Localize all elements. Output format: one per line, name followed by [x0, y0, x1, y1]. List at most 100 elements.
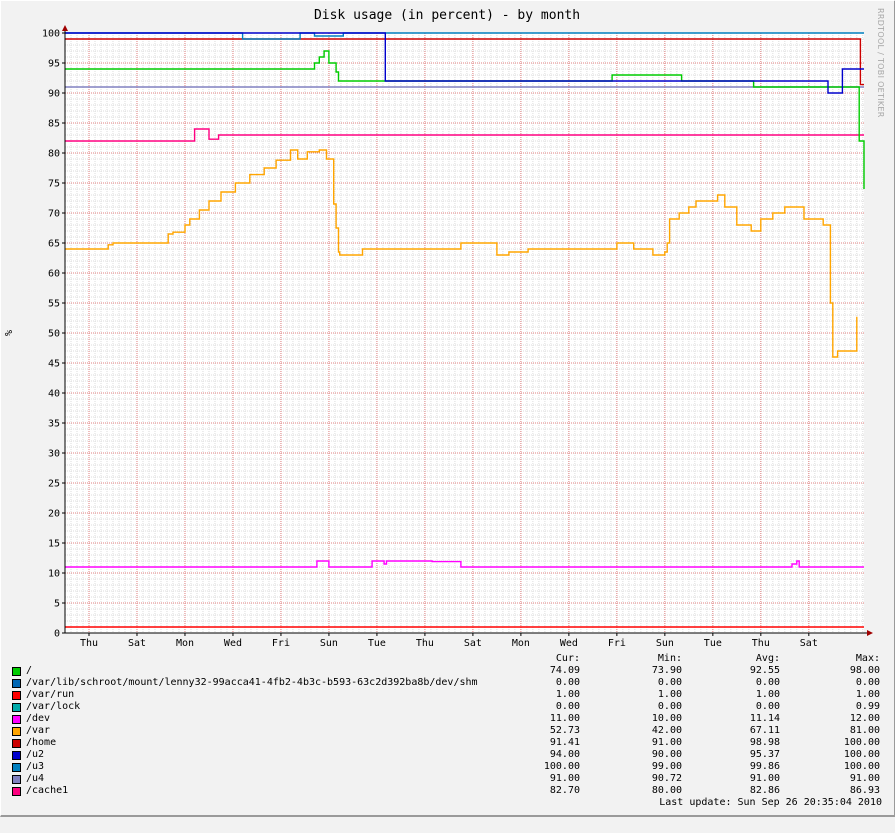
y-tick-label: 75	[48, 179, 60, 190]
legend-avg-value: 98.98	[749, 737, 780, 748]
y-tick-label: 40	[48, 389, 60, 400]
y-tick-label: 20	[48, 509, 60, 520]
legend-max-value: 0.99	[855, 701, 880, 712]
legend-max-value: 100.00	[843, 737, 880, 748]
legend-swatch	[12, 775, 21, 784]
y-tick-label: 50	[48, 329, 60, 340]
legend: Cur: Min: Avg: Max: / 74.09 73.90 92.55 98.0…	[12, 653, 882, 809]
x-tick-label: Thu	[80, 638, 98, 649]
legend-swatch	[12, 727, 21, 736]
legend-avg-value: 82.86	[749, 785, 780, 796]
legend-rows: / 74.09 73.90 92.55 98.00/var/lib/schroot/mo…	[12, 665, 882, 797]
x-tick-label: Thu	[416, 638, 434, 649]
x-tick-label: Fri	[608, 638, 626, 649]
y-tick-label: 15	[48, 539, 60, 550]
legend-max-value: 100.00	[843, 749, 880, 760]
legend-min-value: 91.00	[651, 737, 682, 748]
y-tick-label: 65	[48, 239, 60, 250]
legend-item: /var 52.73 42.00 67.11 81.00	[12, 725, 882, 737]
legend-cur-value: 0.00	[555, 677, 580, 688]
legend-cur-value: 74.09	[549, 665, 580, 676]
legend-swatch	[12, 691, 21, 700]
legend-avg-value: 95.37	[749, 749, 780, 760]
legend-avg-value: 99.86	[749, 761, 780, 772]
legend-swatch	[12, 667, 21, 676]
legend-label: /u2	[26, 749, 45, 760]
legend-max-value: 1.00	[855, 689, 880, 700]
legend-max-value: 81.00	[849, 725, 880, 736]
legend-label: /cache1	[26, 785, 69, 796]
x-tick-label: Mon	[176, 638, 194, 649]
legend-avg-value: 0.00	[755, 701, 780, 712]
legend-avg-value: 0.00	[755, 677, 780, 688]
y-tick-label: 25	[48, 479, 60, 490]
legend-cur-value: 91.00	[549, 773, 580, 784]
legend-swatch	[12, 763, 21, 772]
y-tick-label: 30	[48, 449, 60, 460]
legend-min-value: 90.00	[651, 749, 682, 760]
legend-label: /dev	[26, 713, 51, 724]
legend-item: /home 91.41 91.00 98.98 100.00	[12, 737, 882, 749]
y-tick-label: 55	[48, 299, 60, 310]
y-tick-label: 95	[48, 59, 60, 70]
legend-cur-value: 11.00	[549, 713, 580, 724]
x-tick-label: Tue	[704, 638, 722, 649]
legend-header-max: Max:	[855, 653, 880, 664]
legend-min-value: 1.00	[657, 689, 682, 700]
x-tick-label: Sat	[464, 638, 482, 649]
legend-item: /dev 11.00 10.00 11.14 12.00	[12, 713, 882, 725]
legend-item: /var/lock 0.00 0.00 0.00 0.99	[12, 701, 882, 713]
legend-label: /var/lock	[26, 701, 81, 712]
x-axis-arrow	[867, 630, 873, 636]
legend-min-value: 90.72	[651, 773, 682, 784]
legend-cur-value: 82.70	[549, 785, 580, 796]
legend-item: / 74.09 73.90 92.55 98.00	[12, 665, 882, 677]
last-update: Last update: Sun Sep 26 20:35:04 2010	[659, 797, 882, 808]
legend-item: /var/run 1.00 1.00 1.00 1.00	[12, 689, 882, 701]
legend-label: /var/lib/schroot/mount/lenny32-99acca41-…	[26, 677, 478, 688]
legend-cur-value: 52.73	[549, 725, 580, 736]
legend-header-min: Min:	[657, 653, 682, 664]
x-tick-label: Wed	[224, 638, 242, 649]
legend-avg-value: 1.00	[755, 689, 780, 700]
last-update-row: Last update: Sun Sep 26 20:35:04 2010	[12, 797, 882, 809]
legend-cur-value: 1.00	[555, 689, 580, 700]
y-tick-label: 45	[48, 359, 60, 370]
legend-cur-value: 100.00	[543, 761, 580, 772]
legend-avg-value: 91.00	[749, 773, 780, 784]
legend-swatch	[12, 679, 21, 688]
y-tick-label: 35	[48, 419, 60, 430]
x-tick-label: Sun	[656, 638, 674, 649]
y-tick-label: 5	[54, 599, 60, 610]
chart-title: Disk usage (in percent) - by month	[314, 8, 580, 23]
legend-label: /u4	[26, 773, 45, 784]
legend-avg-value: 11.14	[749, 713, 780, 724]
x-tick-label: Sun	[320, 638, 338, 649]
y-tick-label: 60	[48, 269, 60, 280]
legend-max-value: 91.00	[849, 773, 880, 784]
legend-max-value: 98.00	[849, 665, 880, 676]
legend-label: /var	[26, 725, 51, 736]
legend-min-value: 80.00	[651, 785, 682, 796]
legend-label: /u3	[26, 761, 45, 772]
x-tick-label: Sat	[128, 638, 146, 649]
legend-cur-value: 0.00	[555, 701, 580, 712]
y-tick-label: 0	[54, 629, 60, 640]
y-axis-label: %	[4, 330, 15, 336]
legend-label: /	[26, 665, 33, 676]
y-tick-label: 100	[42, 29, 60, 40]
y-tick-label: 85	[48, 119, 60, 130]
x-tick-label: Fri	[272, 638, 290, 649]
legend-swatch	[12, 703, 21, 712]
y-tick-label: 10	[48, 569, 60, 580]
legend-item: /u3 100.00 99.00 99.86 100.00	[12, 761, 882, 773]
legend-max-value: 86.93	[849, 785, 880, 796]
legend-min-value: 42.00	[651, 725, 682, 736]
x-tick-label: Mon	[512, 638, 530, 649]
legend-cur-value: 91.41	[549, 737, 580, 748]
legend-swatch	[12, 787, 21, 796]
legend-label: /var/run	[26, 689, 75, 700]
legend-avg-value: 67.11	[749, 725, 780, 736]
y-axis-arrow	[62, 25, 68, 31]
legend-swatch	[12, 751, 21, 760]
